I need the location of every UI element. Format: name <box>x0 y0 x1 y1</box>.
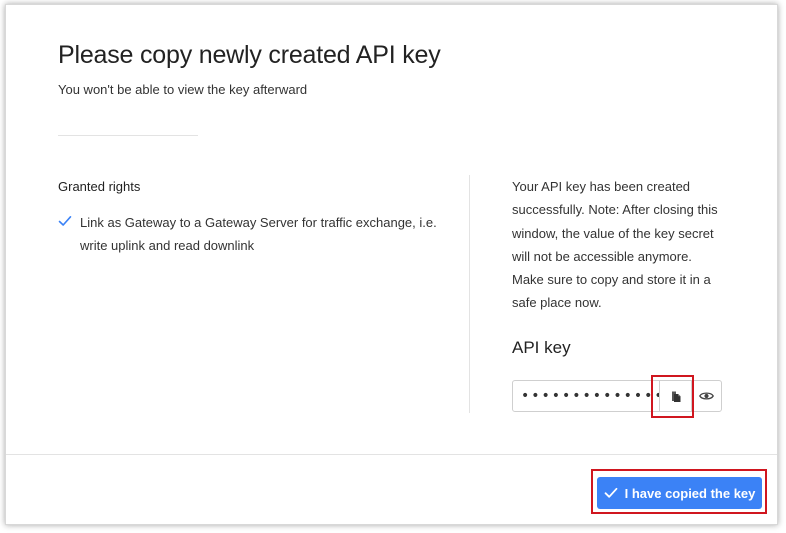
api-key-info-message: Your API key has been created successful… <box>512 179 718 311</box>
granted-rights-heading: Granted rights <box>58 179 141 194</box>
check-icon <box>604 487 618 498</box>
api-key-dialog: Please copy newly created API key You wo… <box>5 4 778 525</box>
check-icon <box>58 216 72 226</box>
dialog-subtitle: You won't be able to view the key afterw… <box>58 82 308 97</box>
toggle-visibility-button[interactable] <box>691 381 721 411</box>
divider <box>58 135 198 136</box>
api-key-label: API key <box>512 338 571 357</box>
granted-right-label: Link as Gateway to a Gateway Server for … <box>80 215 437 253</box>
dialog-title: Please copy newly created API key <box>58 41 441 69</box>
copy-icon <box>671 391 680 402</box>
confirm-button-label: I have copied the key <box>624 485 756 501</box>
confirm-copied-button[interactable]: I have copied the key <box>597 477 762 509</box>
eye-icon <box>699 392 714 400</box>
api-key-masked-value[interactable]: •••••••••••••••••••• <box>513 381 659 411</box>
granted-right-item: Link as Gateway to a Gateway Server for … <box>58 211 438 257</box>
vertical-divider <box>469 175 470 413</box>
api-key-field: •••••••••••••••••••• <box>512 380 722 412</box>
footer-divider <box>6 454 777 455</box>
copy-api-key-button[interactable] <box>659 381 691 411</box>
